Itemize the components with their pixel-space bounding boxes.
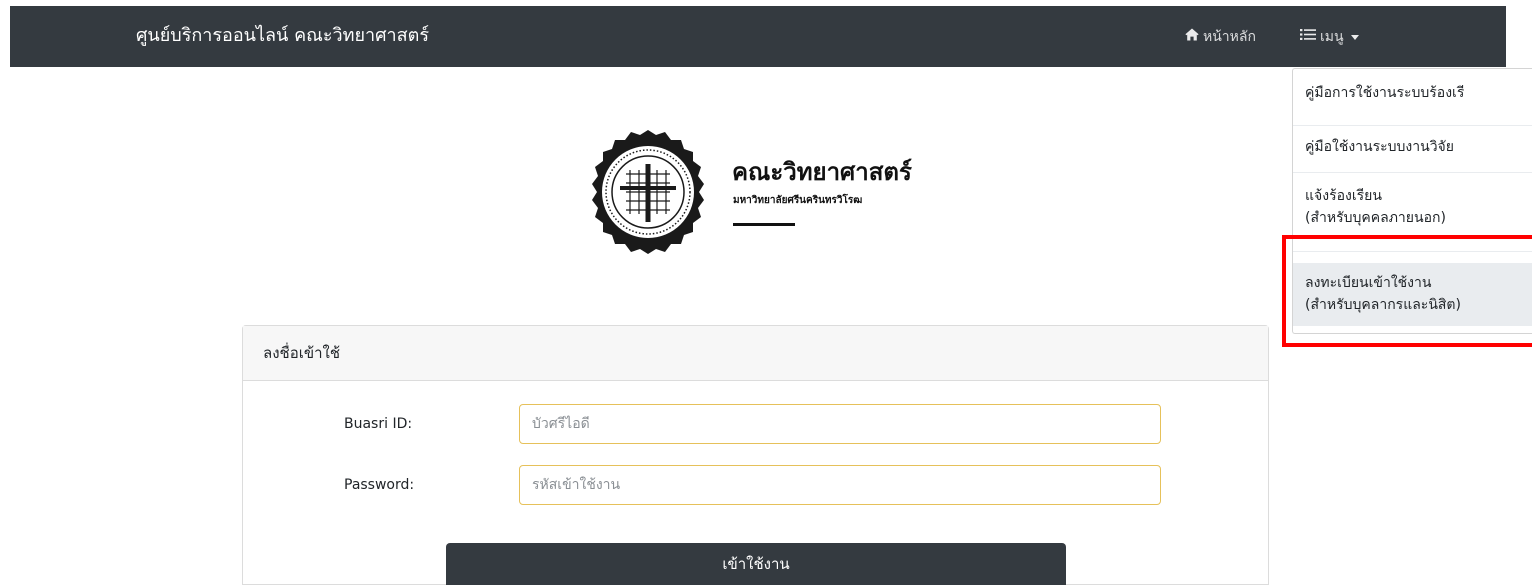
top-navbar: ศูนย์บริการออนไลน์ คณะวิทยาศาสตร์ หน้าหล…: [10, 6, 1506, 67]
dropdown-divider: [1293, 172, 1532, 173]
dropdown-divider: [1293, 251, 1532, 252]
dropdown-divider: [1293, 125, 1532, 126]
list-icon: [1300, 27, 1316, 47]
login-card: ลงชื่อเข้าใช้ Buasri ID: Password: เข้าใ…: [242, 325, 1269, 585]
logo-underline: [733, 223, 795, 226]
logo-title: คณะวิทยาศาสตร์: [732, 158, 912, 186]
faculty-logo: คณะวิทยาศาสตร์ มหาวิทยาลัยศรีนครินทรวิโร…: [578, 125, 958, 260]
password-input[interactable]: [519, 465, 1161, 505]
dropdown-item-external-complaint[interactable]: แจ้งร้องเรียน (สำหรับบุคคลภายนอก): [1293, 185, 1532, 241]
home-icon: [1185, 27, 1199, 47]
buasri-id-input[interactable]: [519, 404, 1161, 444]
dropdown-item-label: แจ้งร้องเรียน: [1305, 188, 1382, 204]
dropdown-item-label: ลงทะเบียนเข้าใช้งาน: [1305, 275, 1432, 291]
menu-dropdown: คู่มือการใช้งานระบบร้องเรี คู่มือใช้งานร…: [1292, 68, 1532, 334]
caret-down-icon: [1350, 34, 1359, 40]
nav-home-link[interactable]: หน้าหลัก: [1185, 27, 1256, 47]
faculty-seal-icon: [592, 130, 704, 254]
logo-subtitle: มหาวิทยาลัยศรีนครินทรวิโรฒ: [733, 195, 863, 206]
nav-menu-label: เมนู: [1320, 29, 1344, 45]
site-brand[interactable]: ศูนย์บริการออนไลน์ คณะวิทยาศาสตร์: [136, 22, 429, 50]
login-card-title: ลงชื่อเข้าใช้: [263, 344, 341, 362]
dropdown-item-label: คู่มือใช้งานระบบงานวิจัย: [1305, 139, 1454, 155]
nav-home-label: หน้าหลัก: [1203, 29, 1256, 45]
buasri-id-label: Buasri ID:: [344, 416, 413, 432]
nav-menu-toggle[interactable]: เมนู: [1300, 27, 1359, 47]
dropdown-item-register[interactable]: ลงทะเบียนเข้าใช้งาน (สำหรับบุคลากรและนิส…: [1293, 263, 1532, 326]
dropdown-item-complaint-manual[interactable]: คู่มือการใช้งานระบบร้องเรี: [1293, 82, 1532, 104]
dropdown-item-sublabel: (สำหรับบุคคลภายนอก): [1305, 210, 1446, 226]
dropdown-item-research-manual[interactable]: คู่มือใช้งานระบบงานวิจัย: [1293, 136, 1532, 158]
dropdown-item-sublabel: (สำหรับบุคลากรและนิสิต): [1305, 297, 1461, 313]
login-card-header: ลงชื่อเข้าใช้: [243, 326, 1268, 381]
dropdown-item-label: คู่มือการใช้งานระบบร้องเรี: [1305, 85, 1465, 101]
password-label: Password:: [344, 477, 415, 493]
